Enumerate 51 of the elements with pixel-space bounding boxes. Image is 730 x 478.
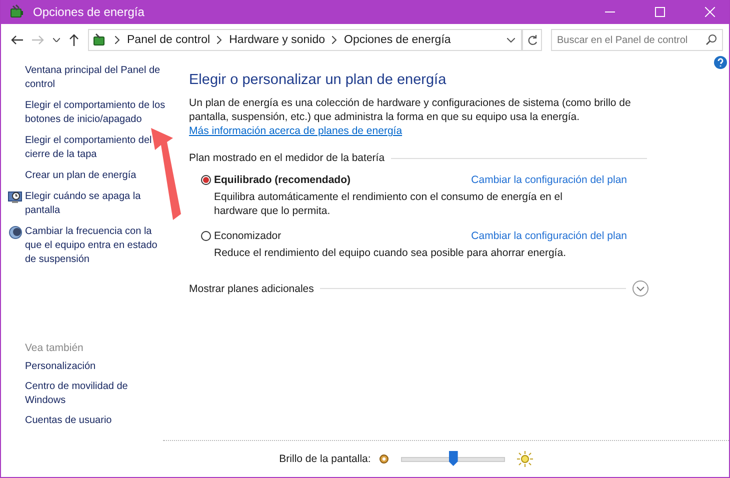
dropdown-caret-icon[interactable] (53, 38, 60, 42)
slider-thumb[interactable] (448, 451, 458, 466)
sidebar-link[interactable]: Elegir el comportamiento de los botones de inicio/apagado (25, 99, 171, 127)
more-info-link[interactable]: Más información acerca de planes de energía (189, 125, 402, 137)
expand-chevron-icon[interactable] (632, 280, 649, 297)
radio-button[interactable] (201, 175, 211, 185)
bright-sun-icon (516, 451, 533, 467)
see-also-link[interactable]: Cuentas de usuario (25, 414, 171, 428)
description-text: Un plan de energía es una colección de hardware y configuraciones de sistema (como brillo de pantalla, suspensión, etc.) que administra la forma en que su equipo usa la energía. Más información acerca de planes de energía (189, 96, 632, 138)
search-icon (706, 34, 717, 45)
help-icon[interactable] (714, 56, 727, 69)
page-heading: Elegir o personalizar un plan de energía (189, 72, 448, 88)
breadcrumb[interactable]: Opciones de energía (344, 34, 451, 46)
back-icon[interactable] (11, 35, 23, 45)
breadcrumb[interactable]: Panel de control (127, 34, 210, 46)
group-label: Plan mostrado en el medidor de la batería (189, 152, 385, 164)
breadcrumb[interactable]: Hardware y sonido (229, 34, 326, 46)
moon-icon (8, 226, 22, 239)
radio-button[interactable] (201, 231, 211, 241)
sidebar-link[interactable]: Cambiar la frecuencia con la que el equipo entra en estado de suspensión (25, 225, 171, 267)
brightness-slider[interactable] (400, 451, 505, 467)
chevron-icon (332, 36, 338, 44)
chevron-icon (115, 36, 120, 44)
search-field[interactable]: Buscar en el Panel de control (551, 29, 723, 51)
sidebar-link[interactable]: Crear un plan de energía (25, 169, 136, 183)
monitor-clock-icon (8, 191, 22, 204)
plan-name: Economizador (214, 230, 282, 242)
sidebar-link[interactable]: Elegir cuándo se apaga la pantalla (25, 190, 171, 218)
see-also-link[interactable]: Centro de movilidad de Windows (25, 380, 171, 408)
battery-plug-icon (9, 4, 25, 20)
show-more-label: Mostrar planes adicionales (189, 282, 314, 294)
brightness-label: Brillo de la pantalla: (279, 453, 371, 465)
see-also-link[interactable]: Personalización (25, 360, 171, 374)
refresh-button[interactable] (522, 29, 542, 51)
plan-description: Equilibra automáticamente el rendimiento con el consumo de energía en el hardware que lo permita. (214, 190, 564, 218)
address-bar[interactable]: Panel de control Hardware y sonido Opciones de energía (88, 29, 522, 51)
see-also-heading: Vea también (25, 342, 84, 354)
close-icon[interactable] (705, 7, 715, 17)
maximize-icon[interactable] (655, 7, 665, 17)
dim-sun-icon (378, 454, 389, 464)
change-plan-link[interactable]: Cambiar la configuración del plan (471, 174, 627, 186)
refresh-icon (526, 34, 538, 46)
sidebar-link[interactable]: Ventana principal del Panel de control (25, 64, 171, 92)
dropdown-caret-icon[interactable] (507, 38, 515, 42)
plan-name: Equilibrado (recomendado) (214, 174, 351, 186)
sidebar-link[interactable]: Elegir el comportamiento del cierre de la tapa (25, 134, 171, 162)
up-icon[interactable] (69, 34, 79, 46)
plan-description: Reduce el rendimiento del equipo cuando sea posible para ahorrar energía. (214, 246, 567, 260)
chevron-icon (217, 36, 222, 44)
window-title: Opciones de energía (33, 5, 144, 19)
change-plan-link[interactable]: Cambiar la configuración del plan (471, 230, 627, 242)
